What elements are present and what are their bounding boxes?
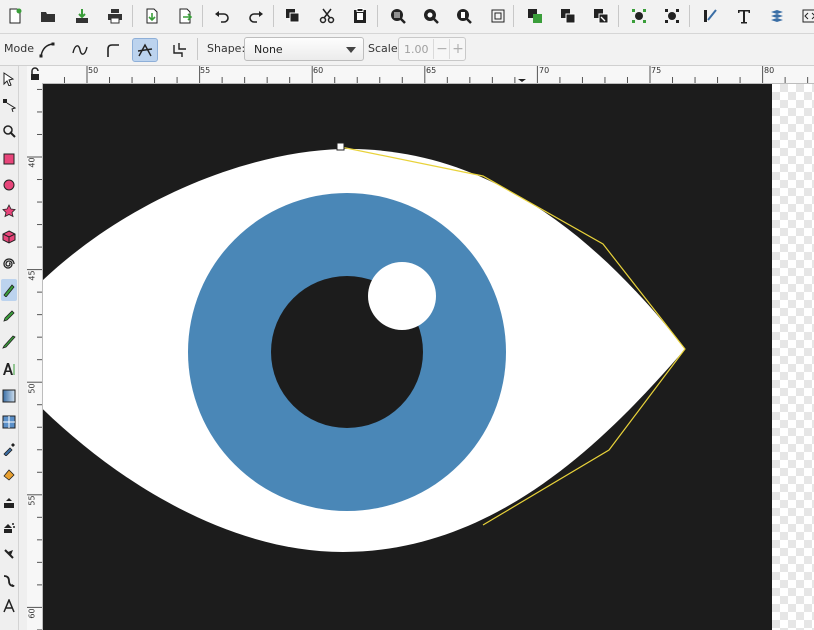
group-icon[interactable]	[627, 4, 651, 28]
toolbox	[0, 66, 19, 630]
shape-label: Shape:	[207, 42, 246, 55]
connector-tool-icon[interactable]	[1, 543, 17, 565]
xml-editor-icon[interactable]	[798, 4, 814, 28]
fill-stroke-icon[interactable]	[698, 4, 722, 28]
star-tool-icon[interactable]	[1, 200, 17, 222]
export-icon[interactable]	[173, 4, 197, 28]
paste-icon[interactable]	[348, 4, 372, 28]
bspline-mode-icon[interactable]	[100, 38, 126, 62]
layers-icon[interactable]	[765, 4, 789, 28]
dropper-tool-icon[interactable]	[1, 438, 17, 460]
ruler-label: 50	[27, 383, 37, 394]
selector-tool-icon[interactable]	[1, 68, 17, 90]
spiral-tool-icon[interactable]	[1, 252, 17, 274]
zoom-selection-icon[interactable]	[386, 4, 410, 28]
straight-segments-mode-icon[interactable]	[132, 38, 158, 62]
scale-spinbox[interactable]: 1.00 − +	[398, 37, 466, 61]
ruler-corner	[27, 66, 43, 84]
copy-icon[interactable]	[281, 4, 305, 28]
paraxial-mode-icon[interactable]	[166, 38, 192, 62]
rectangle-tool-icon[interactable]	[1, 148, 17, 170]
eye-highlight-shape[interactable]	[368, 262, 436, 330]
ruler-label: 75	[651, 66, 662, 75]
measure-tool-icon[interactable]	[1, 595, 17, 617]
zoom-drawing-icon[interactable]	[419, 4, 443, 28]
undo-icon[interactable]	[210, 4, 234, 28]
redo-icon[interactable]	[244, 4, 268, 28]
calligraphy-tool-icon[interactable]	[1, 331, 17, 353]
toolbox-gutter	[19, 66, 27, 630]
eraser-tool-icon[interactable]	[1, 517, 17, 539]
shape-select[interactable]: None	[244, 37, 364, 61]
scale-label: Scale:	[368, 42, 402, 55]
ruler-label: 80	[764, 66, 775, 75]
ruler-label: 70	[539, 66, 550, 75]
gradient-tool-icon[interactable]	[1, 385, 17, 407]
ungroup-icon[interactable]	[660, 4, 684, 28]
text-font-icon[interactable]	[732, 4, 756, 28]
ruler-label: 60	[313, 66, 324, 75]
tweak-tool-icon[interactable]	[1, 120, 17, 142]
zoom-page-icon[interactable]	[452, 4, 476, 28]
commands-bar	[0, 0, 814, 34]
spray-tool-icon[interactable]	[1, 491, 17, 513]
chevron-down-icon	[346, 47, 356, 53]
pencil-tool-icon[interactable]	[1, 305, 17, 327]
ruler-label: 50	[88, 66, 99, 75]
path-node-handle[interactable]	[336, 142, 345, 151]
duplicate-icon[interactable]	[523, 4, 547, 28]
ruler-label: 45	[27, 270, 37, 281]
cut-icon[interactable]	[315, 4, 339, 28]
box3d-tool-icon[interactable]	[1, 226, 17, 248]
drawing-canvas[interactable]	[43, 84, 814, 630]
zoom-fit-icon[interactable]	[486, 4, 510, 28]
vertical-ruler: 40 45 50 55 60	[27, 83, 43, 630]
text-tool-icon[interactable]	[1, 358, 17, 380]
spiro-mode-icon[interactable]	[67, 38, 93, 62]
pen-tool-icon[interactable]	[1, 279, 17, 301]
ruler-label: 55	[27, 495, 37, 506]
ruler-label: 60	[27, 608, 37, 619]
mode-label: Mode	[4, 42, 34, 55]
mesh-tool-icon[interactable]	[1, 411, 17, 433]
ruler-label: 55	[200, 66, 211, 75]
print-icon[interactable]	[103, 4, 127, 28]
save-icon[interactable]	[70, 4, 94, 28]
new-document-icon[interactable]	[3, 4, 27, 28]
shape-select-value: None	[254, 43, 283, 56]
import-icon[interactable]	[140, 4, 164, 28]
ruler-label: 40	[27, 157, 37, 168]
lpe-tool-icon[interactable]	[1, 569, 17, 591]
ruler-label: 65	[426, 66, 437, 75]
node-tool-icon[interactable]	[1, 94, 17, 116]
scale-decrement-button[interactable]: −	[433, 39, 450, 59]
scale-value: 1.00	[404, 43, 429, 56]
clone-icon[interactable]	[556, 4, 580, 28]
ellipse-tool-icon[interactable]	[1, 174, 17, 196]
paint-bucket-tool-icon[interactable]	[1, 464, 17, 486]
bezier-mode-icon[interactable]	[34, 38, 60, 62]
horizontal-ruler: 50 55 60 65 70 75 80	[42, 66, 814, 84]
open-icon[interactable]	[36, 4, 60, 28]
unlink-clone-icon[interactable]	[589, 4, 613, 28]
scale-increment-button[interactable]: +	[449, 39, 466, 59]
